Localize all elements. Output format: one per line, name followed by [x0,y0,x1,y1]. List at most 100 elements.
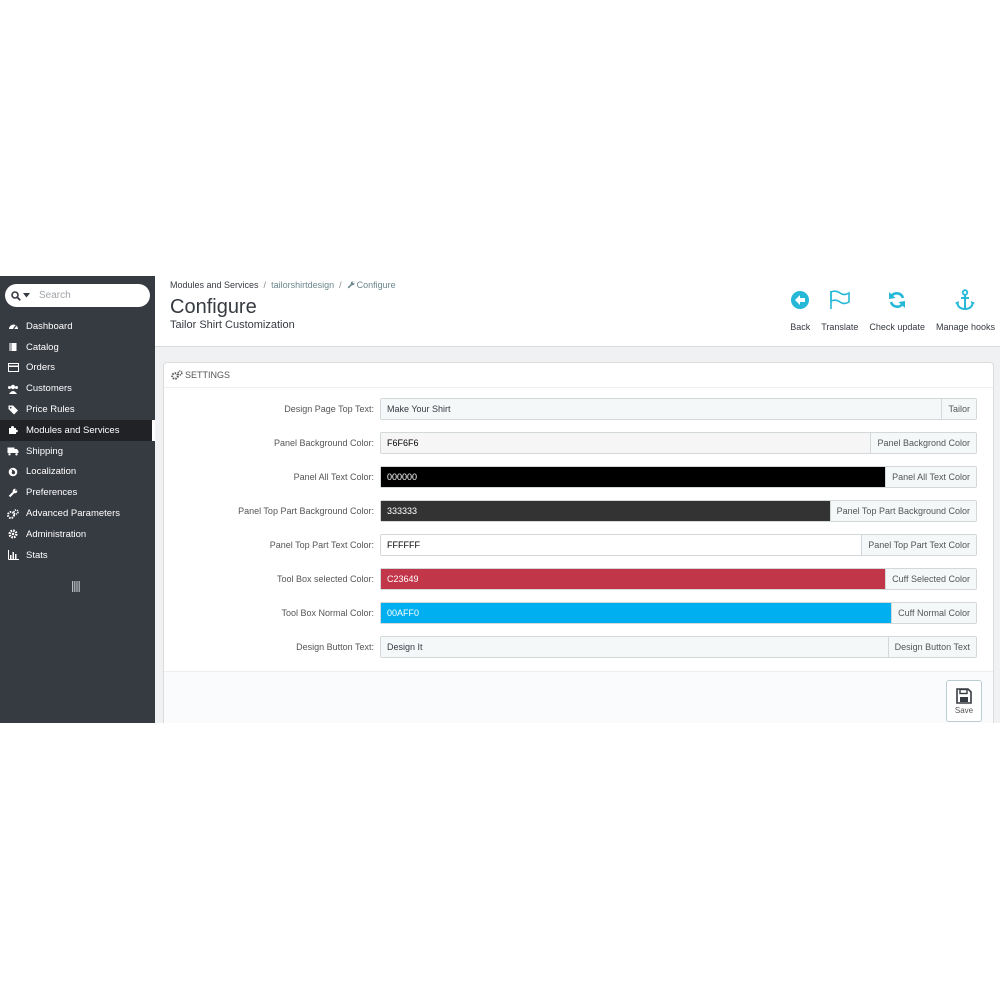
puzzle-icon [0,425,26,435]
field-label: Panel Background Color: [273,438,374,448]
sidebar: Dashboard Catalog Orders Customers Price… [0,276,155,723]
input-group: Design Button Text [380,636,977,658]
panel-heading: Settings [164,363,993,388]
panel-footer: Save [164,671,993,723]
translate-button-label: Translate [821,322,859,332]
breadcrumb-module[interactable]: tailorshirtdesign [271,280,334,290]
save-button[interactable]: Save [946,680,982,722]
tags-icon [0,405,26,415]
input-addon: Cuff Selected Color [885,569,976,589]
input-group: Cuff Normal Color [380,602,977,624]
translate-button[interactable]: Translate [821,288,858,332]
wrench-icon [347,281,355,289]
field-label: Design Page Top Text: [284,404,374,414]
bar-chart-icon [0,550,26,561]
check-update-button[interactable]: Check update [869,288,925,332]
manage-hooks-button-label: Manage hooks [935,322,995,332]
input-addon: Cuff Normal Color [891,603,976,623]
refresh-icon [887,288,907,312]
breadcrumb: Modules and Services / tailorshirtdesign / C… [170,280,396,290]
input-addon: Panel Backgrond Color [870,433,976,453]
sidebar-item-advanced-parameters[interactable]: Advanced Parameters [0,503,155,524]
form-row-tool-box-normal-color: Tool Box Normal Color: Cuff Normal Color [164,602,993,624]
field-label: Tool Box selected Color: [276,574,374,584]
sidebar-item-catalog[interactable]: Catalog [0,337,155,358]
breadcrumb-current-label: Configure [356,280,396,290]
sidebar-nav: Dashboard Catalog Orders Customers Price… [0,316,155,566]
sidebar-item-label: Modules and Services [26,424,120,436]
manage-hooks-button[interactable]: Manage hooks [936,288,995,332]
input-group: Panel Top Part Background Color [380,500,977,522]
field-label: Panel Top Part Background Color: [238,506,374,516]
form-row-panel-background-color: Panel Background Color: Panel Backgrond … [164,432,993,454]
sidebar-item-stats[interactable]: Stats [0,545,155,566]
page-title: Configure [170,296,257,318]
form-row-design-page-top-text: Design Page Top Text: Tailor [164,398,993,420]
sidebar-item-label: Administration [26,528,87,540]
back-button-label: Back [790,322,811,332]
panel-background-color-input[interactable] [381,433,871,453]
gear-icon [0,529,26,539]
floppy-disk-icon [956,687,972,704]
form-row-tool-box-selected-color: Tool Box selected Color: Cuff Selected C… [164,568,993,590]
flag-icon [829,288,851,312]
panel-heading-label: Settings [185,370,231,380]
sidebar-item-label: Preferences [26,487,78,499]
input-group: Cuff Selected Color [380,568,977,590]
input-addon: Panel Top Part Background Color [829,501,976,521]
panel-all-text-color-input[interactable] [381,467,886,487]
caret-down-icon [22,293,30,298]
cogs-icon [171,370,183,380]
back-button[interactable]: Back [790,288,810,332]
field-label: Tool Box Normal Color: [281,608,374,618]
grip-icon [72,581,80,592]
search-box [5,284,150,307]
input-addon: Tailor [941,399,976,419]
field-label: Panel All Text Color: [293,472,374,482]
sidebar-item-preferences[interactable]: Preferences [0,482,155,503]
cogs-icon [0,508,26,519]
tool-box-selected-color-input[interactable] [381,569,886,589]
field-label: Panel Top Part Text Color: [269,540,374,550]
toolbar: Back Translate Check update Manage hooks [779,288,995,332]
form-row-design-button-text: Design Button Text: Design Button Text [164,636,993,658]
tool-box-normal-color-input[interactable] [381,603,892,623]
page-subtitle: Tailor Shirt Customization [170,319,295,331]
input-group: Panel All Text Color [380,466,977,488]
panel-top-part-text-color-input[interactable] [381,535,862,555]
input-addon: Design Button Text [887,637,976,657]
search-dropdown-button[interactable] [5,290,35,301]
sidebar-item-shipping[interactable]: Shipping [0,441,155,462]
dashboard-icon [0,321,26,331]
sidebar-item-orders[interactable]: Orders [0,358,155,379]
sidebar-item-label: Advanced Parameters [26,508,120,520]
sidebar-item-label: Price Rules [26,404,75,416]
field-label: Design Button Text: [296,642,374,652]
settings-panel: Settings Design Page Top Text: Tailor Pa… [163,362,994,723]
design-button-text-input[interactable] [381,637,888,657]
app-window: Dashboard Catalog Orders Customers Price… [0,276,1000,723]
sidebar-collapse-handle[interactable] [72,581,80,595]
sidebar-item-label: Orders [26,362,56,374]
form-row-panel-top-part-text-color: Panel Top Part Text Color: Panel Top Par… [164,534,993,556]
sidebar-item-label: Customers [26,383,72,395]
page-header: Modules and Services / tailorshirtdesign / C… [155,276,1000,347]
sidebar-item-customers[interactable]: Customers [0,378,155,399]
truck-icon [0,447,26,456]
sidebar-item-localization[interactable]: Localization [0,462,155,483]
breadcrumb-current: Configure [347,280,396,290]
sidebar-item-modules-and-services[interactable]: Modules and Services [0,419,155,441]
panel-top-part-background-color-input[interactable] [381,501,830,521]
input-group: Panel Top Part Text Color [380,534,977,556]
sidebar-item-administration[interactable]: Administration [0,524,155,545]
sidebar-item-dashboard[interactable]: Dashboard [0,316,155,337]
sidebar-item-price-rules[interactable]: Price Rules [0,399,155,420]
globe-icon [0,467,26,477]
back-arrow-icon [790,288,810,312]
sidebar-item-label: Catalog [26,341,59,353]
credit-card-icon [0,363,26,373]
sidebar-item-label: Shipping [26,445,63,457]
design-page-top-text-input[interactable] [381,399,942,419]
breadcrumb-root[interactable]: Modules and Services [170,280,259,290]
search-input[interactable] [35,290,144,301]
